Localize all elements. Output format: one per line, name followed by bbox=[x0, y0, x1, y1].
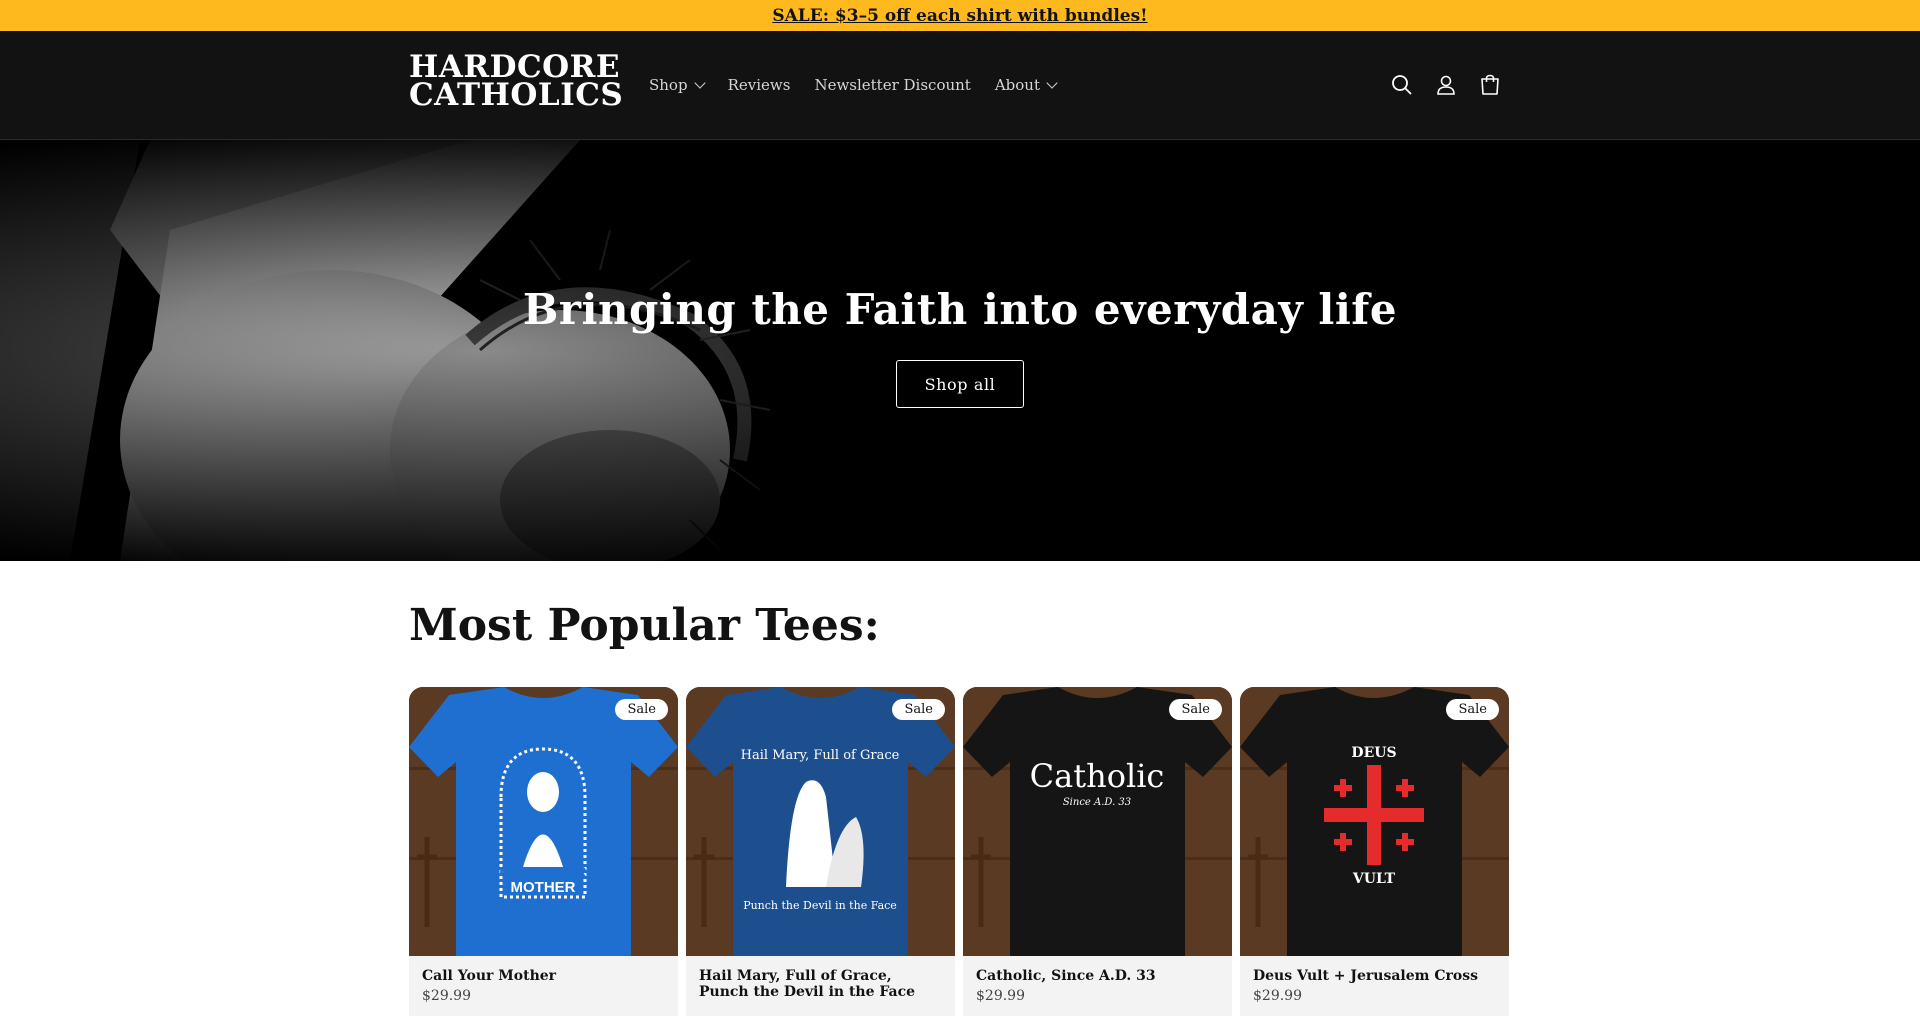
product-info: Catholic, Since A.D. 33 $29.99 bbox=[963, 956, 1232, 1016]
product-card[interactable]: DEUS VULT Sale Deus Vult + Jerusalem Cro… bbox=[1240, 687, 1509, 1016]
shop-all-button[interactable]: Shop all bbox=[895, 360, 1025, 408]
product-info: Hail Mary, Full of Grace, Punch the Devi… bbox=[686, 956, 955, 1016]
sale-badge: Sale bbox=[892, 699, 945, 720]
nav-newsletter-discount[interactable]: Newsletter Discount bbox=[814, 76, 970, 94]
product-card[interactable]: CALL YOUR MOTHER Sale Call Your Mother $… bbox=[409, 687, 678, 1016]
nav-reviews[interactable]: Reviews bbox=[728, 76, 791, 94]
product-image[interactable]: DEUS VULT Sale bbox=[1240, 687, 1509, 956]
nav-about[interactable]: About bbox=[994, 76, 1058, 94]
product-price: $29.99 bbox=[976, 988, 1025, 1004]
announcement-link[interactable]: SALE: $3–5 off each shirt with bundles! bbox=[772, 6, 1147, 26]
product-card[interactable]: Hail Mary, Full of Grace Punch the Devil… bbox=[686, 687, 955, 1016]
sale-badge: Sale bbox=[615, 699, 668, 720]
sale-badge: Sale bbox=[1169, 699, 1222, 720]
site-header: HARDCORE CATHOLICS Shop Reviews Newslett… bbox=[0, 31, 1920, 140]
product-image[interactable]: CALL YOUR MOTHER Sale bbox=[409, 687, 678, 956]
product-grid: CALL YOUR MOTHER Sale Call Your Mother $… bbox=[409, 687, 1511, 1016]
hero-banner: Bringing the Faith into everyday life Sh… bbox=[0, 140, 1920, 561]
product-info: Deus Vult + Jerusalem Cross $29.99 bbox=[1240, 956, 1509, 1016]
chevron-down-icon bbox=[693, 77, 706, 89]
main-nav: Shop Reviews Newsletter Discount About bbox=[649, 31, 1080, 139]
logo[interactable]: HARDCORE CATHOLICS bbox=[409, 52, 624, 115]
product-title[interactable]: Hail Mary, Full of Grace, Punch the Devi… bbox=[699, 968, 942, 1000]
nav-shop-label: Shop bbox=[649, 76, 688, 94]
hero-content: Bringing the Faith into everyday life Sh… bbox=[0, 140, 1920, 561]
svg-text:VULT: VULT bbox=[1352, 871, 1396, 887]
account-icon[interactable] bbox=[1434, 73, 1458, 97]
cart-icon[interactable] bbox=[1478, 73, 1502, 97]
tshirt-image: Hail Mary, Full of Grace Punch the Devil… bbox=[686, 687, 955, 956]
svg-text:Punch the Devil in the Face: Punch the Devil in the Face bbox=[743, 899, 897, 912]
product-price: $29.99 bbox=[422, 988, 471, 1004]
svg-text:Catholic: Catholic bbox=[1030, 757, 1165, 795]
product-title[interactable]: Catholic, Since A.D. 33 bbox=[976, 968, 1219, 984]
tshirt-image: CALL YOUR MOTHER bbox=[409, 687, 678, 956]
nav-about-label: About bbox=[994, 76, 1040, 94]
nav-reviews-label: Reviews bbox=[727, 76, 791, 94]
svg-text:Since A.D. 33: Since A.D. 33 bbox=[1063, 797, 1131, 808]
product-card[interactable]: Catholic Since A.D. 33 Sale Catholic, Si… bbox=[963, 687, 1232, 1016]
hero-heading: Bringing the Faith into everyday life bbox=[522, 285, 1398, 334]
product-info: Call Your Mother $29.99 bbox=[409, 956, 678, 1016]
svg-text:MOTHER: MOTHER bbox=[511, 879, 576, 896]
search-icon[interactable] bbox=[1390, 73, 1414, 97]
announcement-bar: SALE: $3–5 off each shirt with bundles! bbox=[0, 0, 1920, 31]
product-price: $29.99 bbox=[1253, 988, 1302, 1004]
svg-text:DEUS: DEUS bbox=[1351, 745, 1396, 761]
tshirt-image: DEUS VULT bbox=[1240, 687, 1509, 956]
tshirt-image: Catholic Since A.D. 33 bbox=[963, 687, 1232, 956]
product-image[interactable]: Hail Mary, Full of Grace Punch the Devil… bbox=[686, 687, 955, 956]
svg-text:Hail Mary, Full of Grace: Hail Mary, Full of Grace bbox=[741, 748, 900, 763]
chevron-down-icon bbox=[1046, 77, 1058, 89]
header-icons bbox=[1390, 31, 1502, 139]
logo-line-2: CATHOLICS bbox=[409, 77, 624, 113]
product-title[interactable]: Deus Vult + Jerusalem Cross bbox=[1253, 968, 1496, 984]
sale-badge: Sale bbox=[1446, 699, 1499, 720]
product-image[interactable]: Catholic Since A.D. 33 Sale bbox=[963, 687, 1232, 956]
nav-shop[interactable]: Shop bbox=[649, 76, 706, 94]
nav-newsletter-label: Newsletter Discount bbox=[814, 76, 971, 94]
section-title: Most Popular Tees: bbox=[409, 600, 880, 651]
product-title[interactable]: Call Your Mother bbox=[422, 968, 665, 984]
